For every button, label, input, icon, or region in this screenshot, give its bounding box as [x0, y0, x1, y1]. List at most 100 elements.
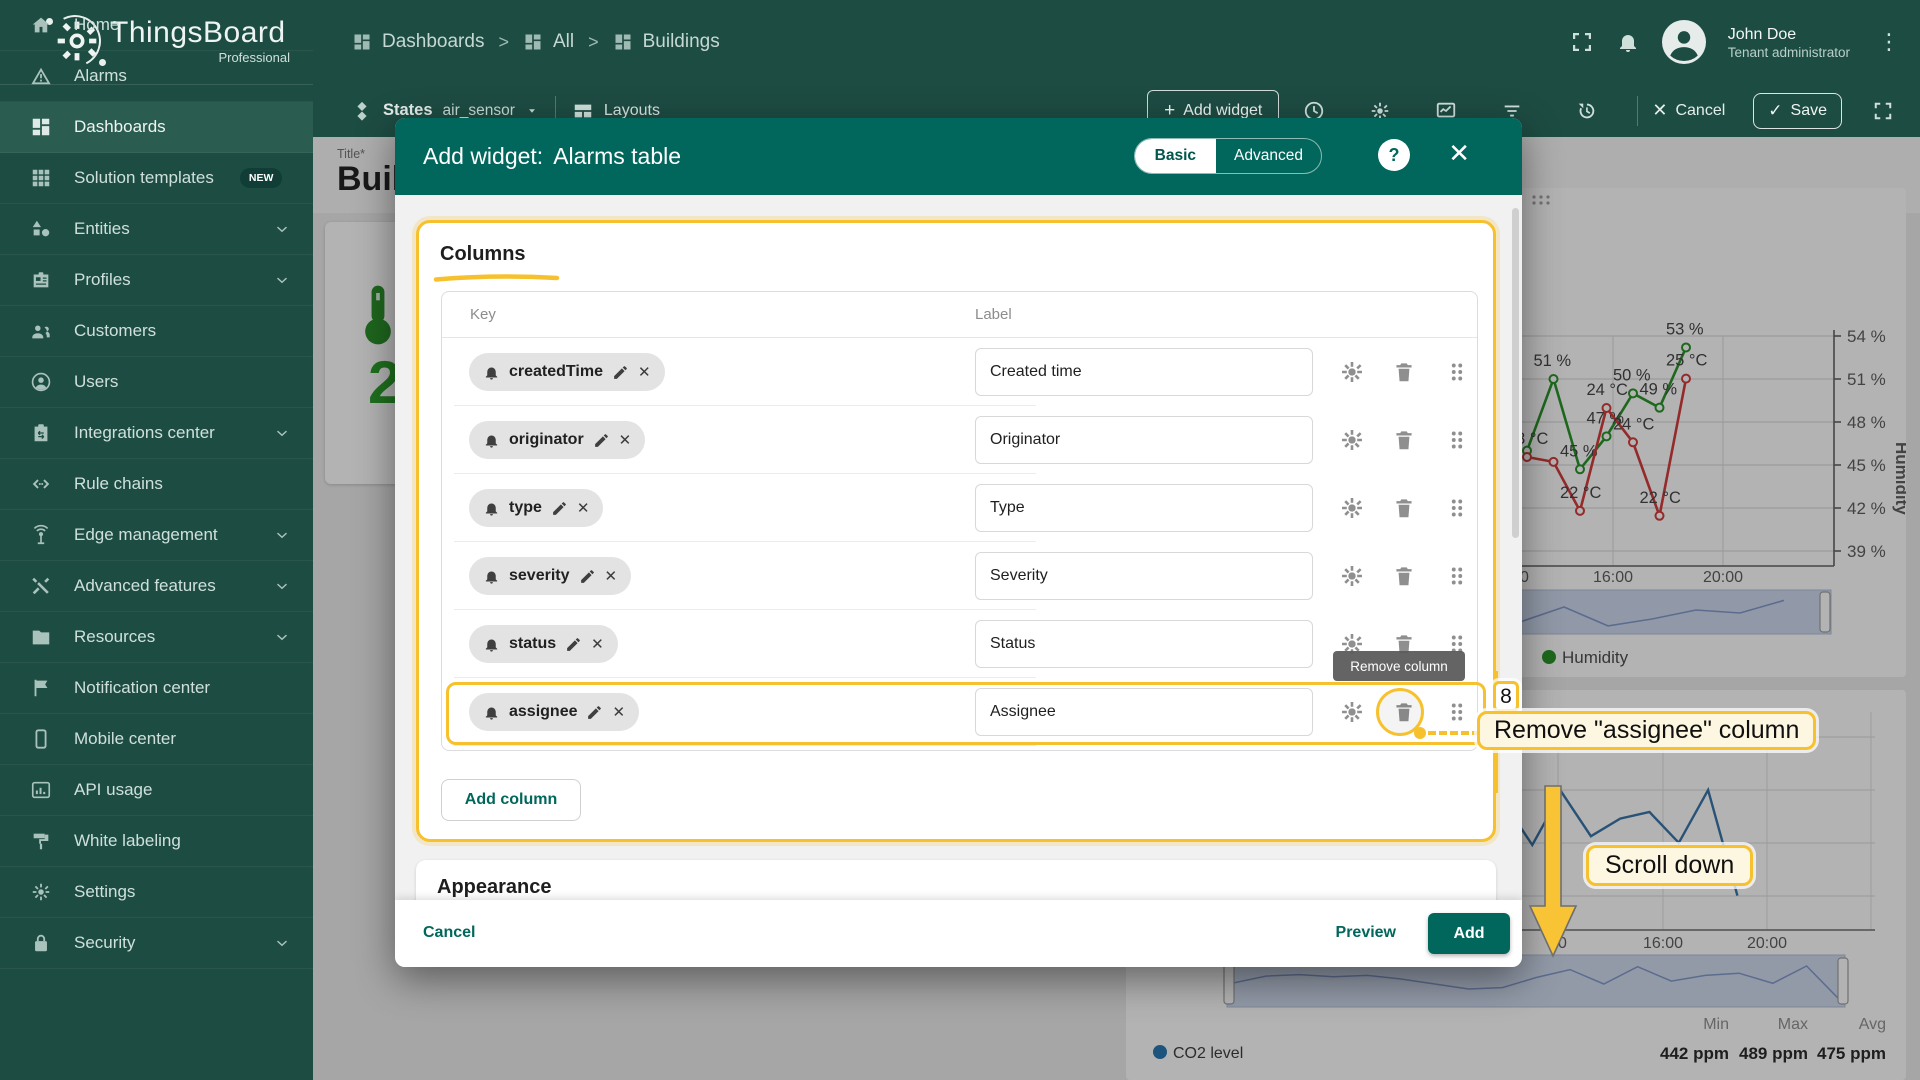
chip-remove-icon[interactable]: ✕ [577, 499, 590, 517]
column-settings-gear-icon[interactable] [1339, 427, 1365, 453]
chip-remove-icon[interactable]: ✕ [619, 431, 632, 449]
save-button[interactable]: ✓ Save [1753, 92, 1842, 129]
columns-table-header: Key Label [442, 292, 1477, 338]
delete-column-trash-icon[interactable] [1391, 427, 1417, 453]
delete-column-trash-icon[interactable] [1391, 563, 1417, 589]
sidebar-item-customers[interactable]: Customers [0, 306, 313, 357]
sidebar-item-profiles[interactable]: Profiles [0, 255, 313, 306]
add-column-button[interactable]: Add column [441, 779, 581, 821]
add-button[interactable]: Add [1428, 913, 1510, 954]
user-role: Tenant administrator [1727, 44, 1850, 60]
column-settings-gear-icon[interactable] [1339, 359, 1365, 385]
sidebar: ThingsBoard Professional Home Alarms Dashb… [0, 0, 313, 1080]
sidebar-item-solution-templates[interactable]: Solution templates NEW [0, 153, 313, 204]
edit-pencil-icon[interactable] [612, 364, 629, 381]
sidebar-item-integrations-center[interactable]: Integrations center [0, 408, 313, 459]
avatar[interactable] [1661, 20, 1706, 64]
key-chip-createdTime[interactable]: createdTime ✕ [469, 353, 665, 391]
scroll-down-callout: Scroll down [1586, 845, 1754, 886]
preview-button[interactable]: Preview [1336, 924, 1396, 942]
chip-remove-icon[interactable]: ✕ [591, 635, 604, 653]
drag-handle-icon[interactable] [1444, 359, 1470, 385]
label-input-status[interactable] [975, 620, 1313, 668]
chevron-down-icon [276, 277, 288, 284]
sidebar-item-resources[interactable]: Resources [0, 612, 313, 663]
new-badge: NEW [239, 168, 283, 188]
sidebar-item-notification-center[interactable]: Notification center [0, 663, 313, 714]
edit-pencil-icon[interactable] [551, 500, 568, 517]
delete-column-trash-icon[interactable] [1391, 359, 1417, 385]
fullscreen-icon[interactable] [1872, 100, 1894, 122]
fullscreen-icon[interactable] [1570, 30, 1594, 54]
sidebar-item-label: Profiles [74, 270, 131, 289]
edit-pencil-icon[interactable] [593, 432, 610, 449]
column-settings-gear-icon[interactable] [1339, 563, 1365, 589]
edit-pencil-icon[interactable] [565, 636, 582, 653]
label-input-type[interactable] [975, 484, 1313, 532]
drag-handle-icon[interactable] [1444, 427, 1470, 453]
column-row-type: type ✕ [442, 474, 1477, 542]
breadcrumb-buildings[interactable]: Buildings [613, 31, 720, 53]
notifications-bell-icon[interactable] [1616, 30, 1640, 54]
sidebar-item-dashboards[interactable]: Dashboards [0, 102, 313, 153]
tab-advanced[interactable]: Advanced [1216, 139, 1321, 173]
people-icon [32, 325, 50, 339]
edit-pencil-icon[interactable] [579, 568, 596, 585]
key-chip-severity[interactable]: severity ✕ [469, 557, 632, 595]
dialog-scrollbar[interactable] [1512, 208, 1519, 538]
label-input-severity[interactable] [975, 552, 1313, 600]
key-chip-label: type [509, 499, 542, 516]
chip-remove-icon[interactable]: ✕ [638, 363, 651, 381]
breadcrumb-separator: > [498, 31, 509, 52]
states-icon [357, 101, 367, 121]
key-chip-status[interactable]: status ✕ [469, 625, 618, 663]
tab-basic[interactable]: Basic [1134, 139, 1217, 173]
sidebar-item-users[interactable]: Users [0, 357, 313, 408]
label-input-originator[interactable] [975, 416, 1313, 464]
sidebar-item-advanced-features[interactable]: Advanced features [0, 561, 313, 612]
scroll-down-arrow [1528, 785, 1578, 958]
close-icon[interactable]: ✕ [1448, 138, 1470, 169]
sidebar-item-label: API usage [74, 780, 153, 799]
chart-icon [31, 781, 51, 799]
sidebar-item-white-labeling[interactable]: White labeling [0, 816, 313, 867]
dashboards-icon [525, 34, 541, 50]
column-row-createdTime: createdTime ✕ [442, 338, 1477, 406]
sidebar-item-edge-management[interactable]: Edge management [0, 510, 313, 561]
more-menu-icon[interactable]: ⋮ [1872, 29, 1906, 55]
edit-cancel-button[interactable]: ✕ Cancel [1652, 100, 1725, 121]
breadcrumb-dashboards[interactable]: Dashboards [352, 31, 484, 53]
sidebar-item-label: Home [74, 15, 120, 34]
sidebar-item-rule-chains[interactable]: Rule chains [0, 459, 313, 510]
key-chip-label: status [509, 635, 557, 652]
sidebar-item-api-usage[interactable]: API usage [0, 765, 313, 816]
history-icon[interactable] [1575, 100, 1597, 122]
key-chip-originator[interactable]: originator ✕ [469, 421, 646, 459]
chip-remove-icon[interactable]: ✕ [605, 567, 618, 585]
close-icon: ✕ [1652, 100, 1668, 120]
alarm-bell-icon [485, 571, 498, 584]
sidebar-item-home[interactable]: Home [0, 0, 313, 51]
label-input-createdTime[interactable] [975, 348, 1313, 396]
delete-column-trash-icon[interactable] [1391, 495, 1417, 521]
breadcrumb-all[interactable]: All [523, 31, 574, 53]
key-chip-type[interactable]: type ✕ [469, 489, 604, 527]
sidebar-item-label: Advanced features [74, 576, 216, 595]
drag-handle-icon[interactable] [1444, 495, 1470, 521]
sidebar-item-settings[interactable]: Settings [0, 867, 313, 918]
sidebar-item-label: Dashboards [74, 117, 166, 136]
sidebar-item-entities[interactable]: Entities [0, 204, 313, 255]
columns-section: Columns Key Label createdTime✕ originator… [416, 220, 1496, 842]
sidebar-item-label: Notification center [74, 678, 211, 697]
columns-section-title: Columns [440, 243, 526, 265]
sidebar-item-mobile-center[interactable]: Mobile center [0, 714, 313, 765]
column-settings-gear-icon[interactable] [1339, 495, 1365, 521]
key-column-header: Key [470, 306, 496, 323]
drag-handle-icon[interactable] [1444, 563, 1470, 589]
cancel-button[interactable]: Cancel [423, 924, 475, 942]
sidebar-item-security[interactable]: Security [0, 918, 313, 969]
sidebar-item-label: Resources [74, 627, 156, 646]
help-icon[interactable]: ? [1378, 139, 1410, 171]
grid-icon [32, 169, 50, 187]
sidebar-item-alarms[interactable]: Alarms [0, 51, 313, 102]
